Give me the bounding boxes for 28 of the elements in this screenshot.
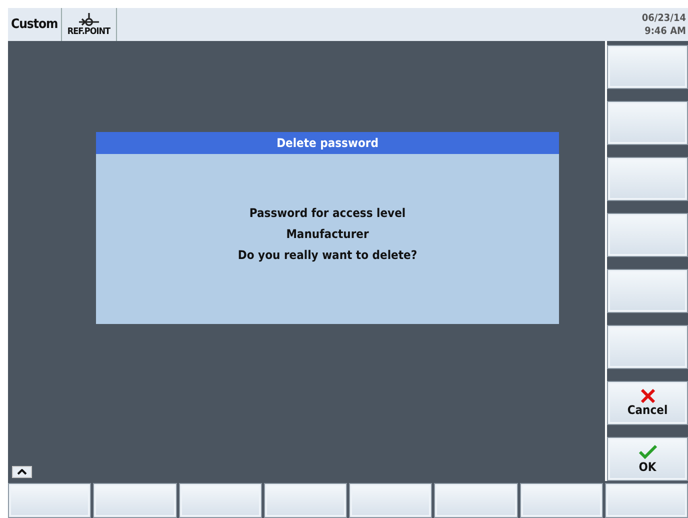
- dialog-message: Password for access level: [249, 204, 406, 222]
- close-icon: [640, 389, 656, 404]
- checkmark-icon: [638, 444, 658, 460]
- softkey[interactable]: [520, 483, 603, 518]
- date-text: 06/23/14: [642, 12, 686, 25]
- softkey[interactable]: [607, 213, 688, 258]
- time-text: 9:46 AM: [644, 24, 686, 38]
- reference-point-icon: [76, 12, 101, 27]
- scroll-up-button[interactable]: [12, 466, 32, 478]
- softkey[interactable]: [607, 45, 688, 90]
- dialog-message: Do you really want to delete?: [238, 246, 418, 264]
- softkey[interactable]: [178, 483, 262, 518]
- softkey[interactable]: [434, 483, 518, 518]
- softkey[interactable]: [607, 325, 688, 370]
- softkey[interactable]: [607, 101, 688, 146]
- softkey[interactable]: [607, 269, 688, 314]
- softkey[interactable]: [604, 483, 688, 518]
- softkey[interactable]: [607, 157, 688, 202]
- dialog-message: Manufacturer: [286, 226, 369, 243]
- softkey[interactable]: [93, 483, 176, 518]
- mode-label: Custom: [10, 16, 59, 34]
- softkey[interactable]: [264, 483, 347, 518]
- softkey[interactable]: OK: [607, 437, 688, 482]
- softkey[interactable]: Cancel: [607, 381, 688, 426]
- softkey[interactable]: [349, 483, 432, 518]
- dialog-title: Delete password: [96, 132, 559, 154]
- softkey[interactable]: [8, 483, 92, 518]
- caret-up-icon: [17, 469, 27, 476]
